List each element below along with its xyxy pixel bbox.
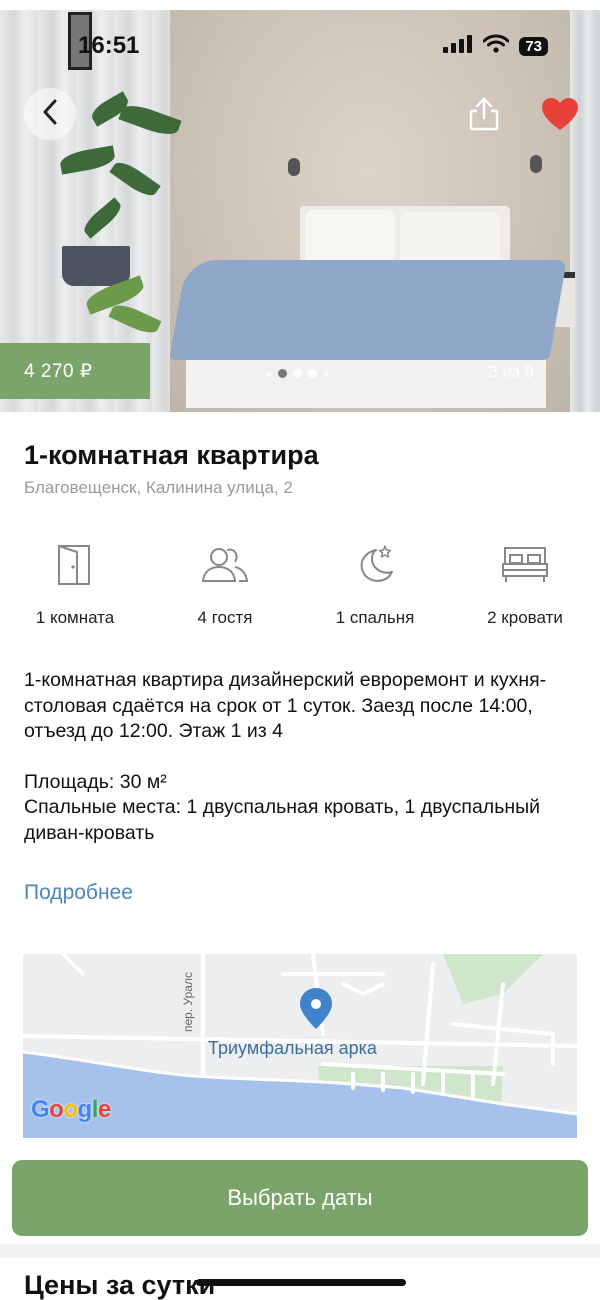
photo-plant-pot xyxy=(62,246,130,286)
door-icon xyxy=(57,540,93,590)
battery-indicator: 73 xyxy=(519,36,548,56)
photo-lamp-right xyxy=(530,155,542,173)
prices-section-title: Цены за сутки xyxy=(24,1270,216,1300)
listing-title: 1-комнатная квартира xyxy=(24,440,319,470)
map-place-label: Триумфальная арка xyxy=(208,1038,377,1058)
status-icons: 73 xyxy=(443,34,548,58)
pagination-dot xyxy=(323,370,329,377)
map-street-label: пер. Уралс xyxy=(181,972,195,1032)
signal-icon xyxy=(443,34,473,58)
section-divider xyxy=(0,1244,600,1258)
feature-beds: 2 кровати xyxy=(450,540,600,628)
feature-bedrooms: 1 спальня xyxy=(300,540,450,628)
favorite-button[interactable] xyxy=(540,96,582,136)
pagination-dot-active xyxy=(308,369,317,378)
location-map[interactable]: пер. Уралс Триумфальная арка Google xyxy=(23,954,577,1138)
listing-photo[interactable]: 4 270 ₽ 3 из 9 xyxy=(0,10,600,412)
photo-curtain-right xyxy=(570,10,600,412)
wifi-icon xyxy=(482,34,510,58)
back-button[interactable] xyxy=(24,88,76,140)
choose-dates-button[interactable]: Выбрать даты xyxy=(12,1160,588,1236)
photo-pagination-dots xyxy=(266,369,329,378)
price-badge: 4 270 ₽ xyxy=(0,343,150,399)
description-text: 1-комнатная квартира дизайнерский евроре… xyxy=(24,669,547,742)
status-bar: 16:51 73 xyxy=(0,24,600,64)
moon-icon xyxy=(354,540,396,590)
features-row: 1 комната 4 гостя 1 спальня 2 кровати xyxy=(0,540,600,628)
photo-blanket xyxy=(169,260,567,360)
feature-label: 2 кровати xyxy=(487,608,563,627)
heart-icon xyxy=(540,98,580,136)
photo-pillow xyxy=(305,210,395,262)
feature-guests: 4 гостя xyxy=(150,540,300,628)
photo-lamp-left xyxy=(288,158,300,176)
home-indicator xyxy=(196,1279,406,1286)
description-beds: Спальные места: 1 двуспальная кровать, 1… xyxy=(24,796,541,844)
photo-counter: 3 из 9 xyxy=(488,362,534,381)
google-logo: Google xyxy=(31,1096,111,1123)
feature-label: 1 спальня xyxy=(335,608,415,627)
description-area: Площадь: 30 м² xyxy=(24,770,167,793)
status-time: 16:51 xyxy=(78,32,140,59)
guests-icon xyxy=(201,540,249,590)
bed-icon xyxy=(501,540,549,590)
feature-label: 1 комната xyxy=(35,608,115,627)
share-icon xyxy=(467,96,501,137)
listing-address: Благовещенск, Калинина улица, 2 xyxy=(24,478,293,497)
listing-description: 1-комнатная квартира дизайнерский евроре… xyxy=(24,668,574,846)
feature-label: 4 гостя xyxy=(197,608,253,627)
chevron-left-icon xyxy=(40,98,60,131)
pagination-dot xyxy=(278,369,287,378)
photo-pillow xyxy=(400,212,500,264)
more-details-link[interactable]: Подробнее xyxy=(24,881,133,905)
pagination-dot xyxy=(266,370,272,377)
pagination-dot xyxy=(293,369,302,378)
share-button[interactable] xyxy=(462,94,506,138)
feature-rooms: 1 комната xyxy=(0,540,150,628)
